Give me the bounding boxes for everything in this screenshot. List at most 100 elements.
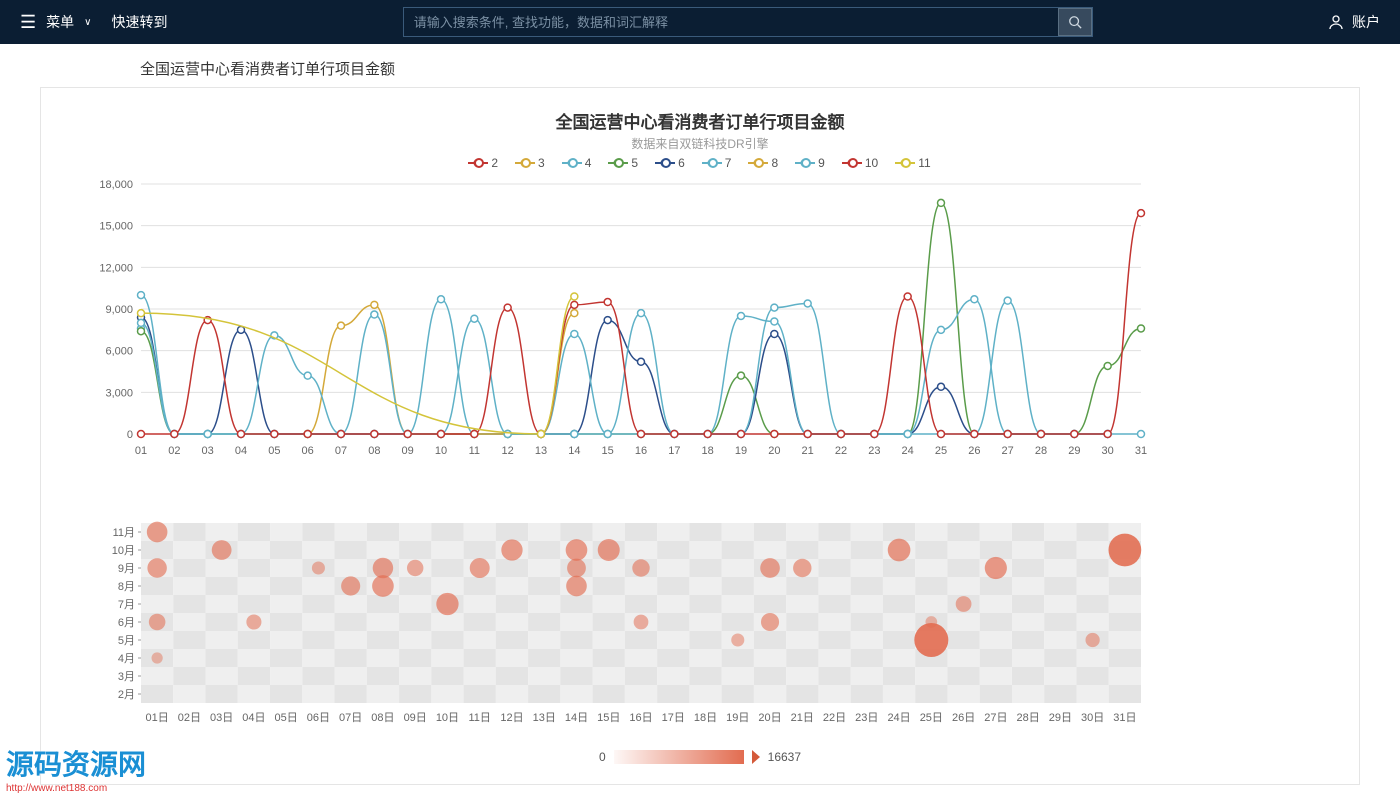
svg-text:07日: 07日 [339,712,362,724]
svg-text:12日: 12日 [500,712,523,724]
svg-text:12: 12 [502,445,514,457]
svg-text:06日: 06日 [307,712,330,724]
svg-text:21日: 21日 [791,712,814,724]
legend-item[interactable]: 9 [796,156,825,170]
svg-text:25日: 25日 [920,712,943,724]
user-icon [1328,14,1344,30]
svg-text:13日: 13日 [533,712,556,724]
svg-text:28日: 28日 [1016,712,1039,724]
legend-item[interactable]: 2 [469,156,498,170]
legend-item[interactable]: 11 [896,156,930,170]
svg-text:24日: 24日 [887,712,910,724]
svg-text:14日: 14日 [565,712,588,724]
page-title: 全国运营中心看消费者订单行项目金额 [0,44,1400,79]
svg-text:03: 03 [202,445,214,457]
chart-title: 全国运营中心看消费者订单行项目金额 [81,108,1319,133]
svg-text:16日: 16日 [629,712,652,724]
account-label: 账户 [1352,12,1380,32]
svg-text:02日: 02日 [178,712,201,724]
svg-text:29日: 29日 [1049,712,1072,724]
svg-text:10日: 10日 [436,712,459,724]
svg-text:6,000: 6,000 [105,346,133,358]
svg-text:14: 14 [568,445,580,457]
legend-item[interactable]: 6 [656,156,685,170]
color-scale: 0 16637 [81,750,1319,764]
svg-text:4月: 4月 [118,653,135,665]
legend-label: 6 [678,156,685,170]
svg-text:03日: 03日 [210,712,233,724]
legend-label: 3 [538,156,545,170]
svg-text:3,000: 3,000 [105,387,133,399]
legend-item[interactable]: 7 [703,156,732,170]
svg-text:18日: 18日 [694,712,717,724]
legend-item[interactable]: 3 [516,156,545,170]
legend-item[interactable]: 8 [749,156,778,170]
chart-card: 全国运营中心看消费者订单行项目金额 数据来自双链科技DR引擎 234567891… [40,87,1360,785]
hamburger-icon: ☰ [20,12,36,33]
svg-text:22: 22 [835,445,847,457]
svg-text:10: 10 [435,445,447,457]
svg-text:11: 11 [469,445,480,457]
menu-label: 菜单 [46,12,74,32]
svg-text:31日: 31日 [1113,712,1136,724]
svg-text:26日: 26日 [952,712,975,724]
svg-text:22日: 22日 [823,712,846,724]
legend-label: 7 [725,156,732,170]
legend-label: 5 [631,156,638,170]
svg-text:21: 21 [802,445,814,457]
svg-text:09: 09 [402,445,414,457]
svg-text:05: 05 [268,445,280,457]
svg-text:23日: 23日 [855,712,878,724]
legend-item[interactable]: 10 [843,156,878,170]
svg-text:2月: 2月 [118,689,135,701]
quick-jump-button[interactable]: 快速转到 [111,12,167,32]
svg-text:29: 29 [1068,445,1080,457]
svg-text:07: 07 [335,445,347,457]
search-box [403,7,1093,37]
svg-text:30: 30 [1102,445,1114,457]
svg-text:11日: 11日 [468,712,490,724]
svg-text:20: 20 [768,445,780,457]
svg-text:27: 27 [1002,445,1014,457]
legend-item[interactable]: 5 [609,156,638,170]
legend-label: 4 [585,156,592,170]
svg-text:11月: 11月 [113,527,135,539]
search-button[interactable] [1058,8,1092,36]
legend-label: 9 [818,156,825,170]
svg-text:04: 04 [235,445,247,457]
svg-text:18,000: 18,000 [99,179,133,191]
svg-text:08日: 08日 [371,712,394,724]
svg-text:23: 23 [868,445,880,457]
svg-text:19: 19 [735,445,747,457]
svg-text:24: 24 [902,445,914,457]
scale-min: 0 [599,750,606,764]
chart-legend: 2 3 4 5 6 7 8 9 10 11 [81,156,1319,170]
svg-text:15: 15 [602,445,614,457]
svg-text:19日: 19日 [726,712,749,724]
menu-button[interactable]: ☰ 菜单 ∨ [20,12,91,33]
svg-text:30日: 30日 [1081,712,1104,724]
svg-text:27日: 27日 [984,712,1007,724]
svg-text:20日: 20日 [758,712,781,724]
topbar: ☰ 菜单 ∨ 快速转到 账户 [0,0,1400,44]
svg-text:17: 17 [668,445,680,457]
svg-text:16: 16 [635,445,647,457]
svg-text:9月: 9月 [118,563,135,575]
svg-text:10月: 10月 [112,545,135,557]
account-button[interactable]: 账户 [1328,12,1380,32]
svg-text:06: 06 [302,445,314,457]
scale-arrow-icon [752,750,760,764]
svg-text:0: 0 [127,429,133,441]
search-input[interactable] [404,15,1058,30]
legend-item[interactable]: 4 [563,156,592,170]
chevron-down-icon: ∨ [84,17,91,28]
svg-text:04日: 04日 [242,712,265,724]
svg-text:7月: 7月 [118,599,135,611]
svg-text:01日: 01日 [146,712,169,724]
scatter-chart: 11月10月9月8月7月6月5月4月3月2月01日02日03日04日05日06日… [81,517,1319,764]
search-icon [1068,15,1082,29]
svg-text:18: 18 [702,445,714,457]
scale-max: 16637 [768,750,801,764]
line-chart: 全国运营中心看消费者订单行项目金额 数据来自双链科技DR引擎 234567891… [81,108,1319,467]
line-chart-svg: 03,0006,0009,00012,00015,00018,000010203… [81,174,1161,464]
